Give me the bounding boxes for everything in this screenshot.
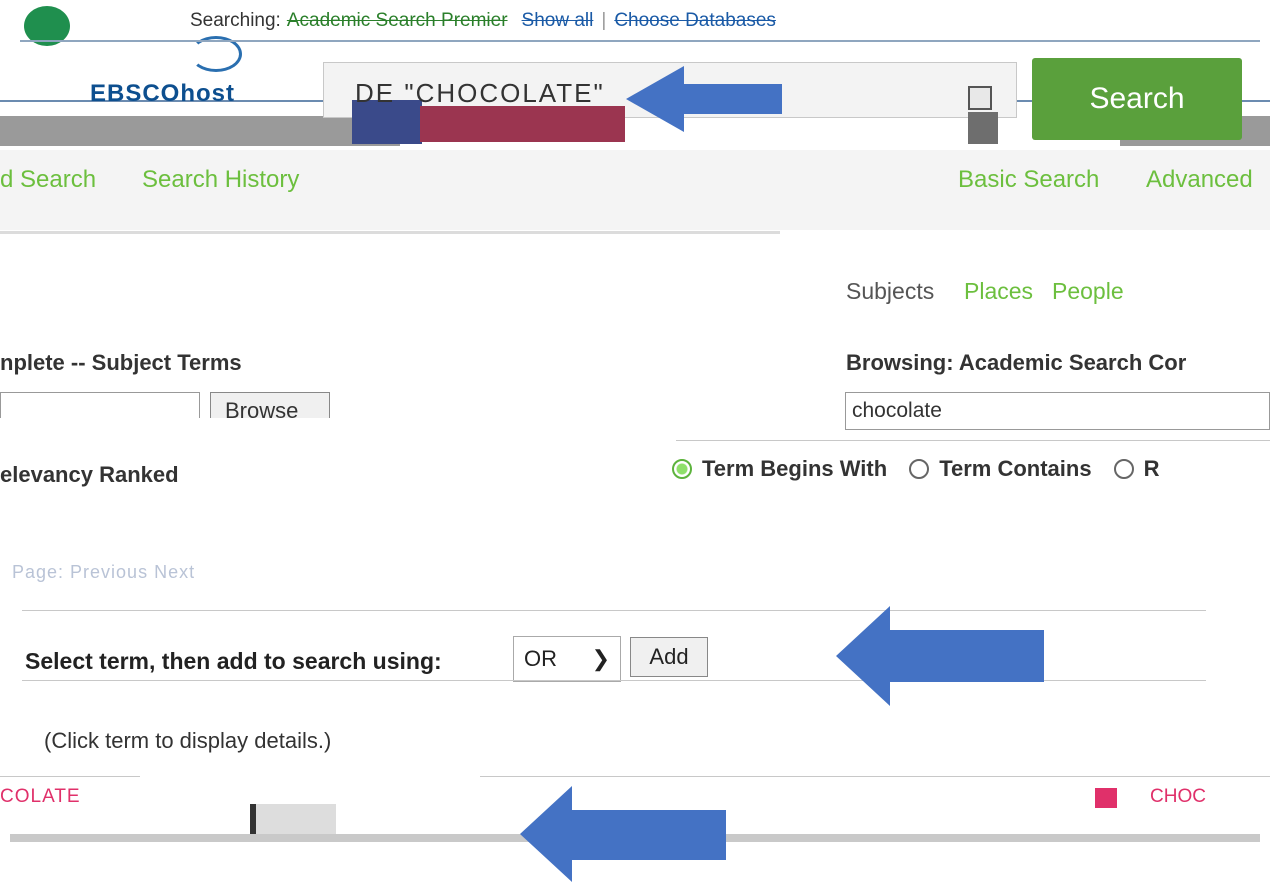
add-term-label: Select term, then add to search using:: [25, 648, 442, 674]
subject-terms-heading: nplete -- Subject Terms: [0, 350, 242, 375]
ebsco-logo-text: EBSCOhost: [90, 80, 236, 107]
arrow-left-icon: [836, 606, 1044, 706]
results-divider-right: [480, 776, 1270, 777]
radio-contains[interactable]: [909, 459, 930, 479]
relevancy-label: elevancy Ranked: [0, 462, 179, 487]
tab-people[interactable]: People: [1052, 278, 1124, 305]
input-mask: [0, 418, 672, 432]
chevron-down-icon: ❯: [591, 646, 610, 671]
header-band-left: [0, 116, 400, 146]
nav-divider: [0, 231, 780, 234]
click-hint: (Click term to display details.): [44, 728, 332, 753]
section-divider: [676, 440, 1270, 441]
separator: |: [601, 10, 607, 31]
clear-icon[interactable]: [968, 86, 992, 110]
search-query: DE "CHOCOLATE": [355, 78, 605, 108]
nav-item-basic-search[interactable]: Basic Search: [958, 166, 1099, 194]
arrow-left-icon: [520, 786, 726, 882]
browse-term-field[interactable]: chocolate: [845, 392, 1270, 430]
radio-relevancy[interactable]: [1113, 459, 1134, 479]
searching-line: Searching: Academic Search Premier Show al…: [190, 10, 776, 32]
term-result-right[interactable]: CHOC: [1150, 786, 1206, 808]
radio-begins-with[interactable]: [672, 459, 692, 479]
search-button[interactable]: Search: [1032, 58, 1242, 140]
radio-contains-label: Term Contains: [939, 456, 1092, 481]
nav-item-advanced[interactable]: Advanced: [1146, 166, 1253, 194]
search-block-grey: [968, 112, 998, 144]
show-all-link[interactable]: Show all: [522, 10, 594, 31]
header-divider: [20, 40, 1260, 42]
add-term-button[interactable]: Add: [630, 637, 708, 677]
tab-subjects[interactable]: Subjects: [846, 278, 934, 305]
paging-links[interactable]: Page: Previous Next: [12, 562, 195, 583]
searching-prefix: Searching:: [190, 10, 281, 31]
term-result-left[interactable]: COLATE: [0, 786, 81, 808]
tab-places[interactable]: Places: [964, 278, 1033, 305]
database-name: Academic Search Premier: [286, 10, 508, 31]
arrow-left-icon: [626, 66, 782, 132]
nav-item-search-history[interactable]: Search History: [142, 166, 299, 194]
nav-item-advanced-search[interactable]: d Search: [0, 166, 96, 194]
radio-begins-with-label: Term Begins With: [702, 456, 888, 481]
browsing-heading: Browsing: Academic Search Cor: [846, 350, 1187, 375]
search-block-red: [420, 106, 625, 142]
choose-databases-link[interactable]: Choose Databases: [614, 10, 776, 31]
results-divider-left: [0, 776, 140, 777]
boolean-operator-value: OR: [524, 646, 557, 671]
result-stub: [250, 804, 336, 838]
boolean-operator-select[interactable]: OR ❯: [513, 636, 621, 682]
match-mode-radios: Term Begins With Term Contains R: [672, 456, 1159, 482]
radio-relevancy-label: R: [1143, 456, 1160, 481]
checkbox-icon[interactable]: [1095, 788, 1117, 808]
